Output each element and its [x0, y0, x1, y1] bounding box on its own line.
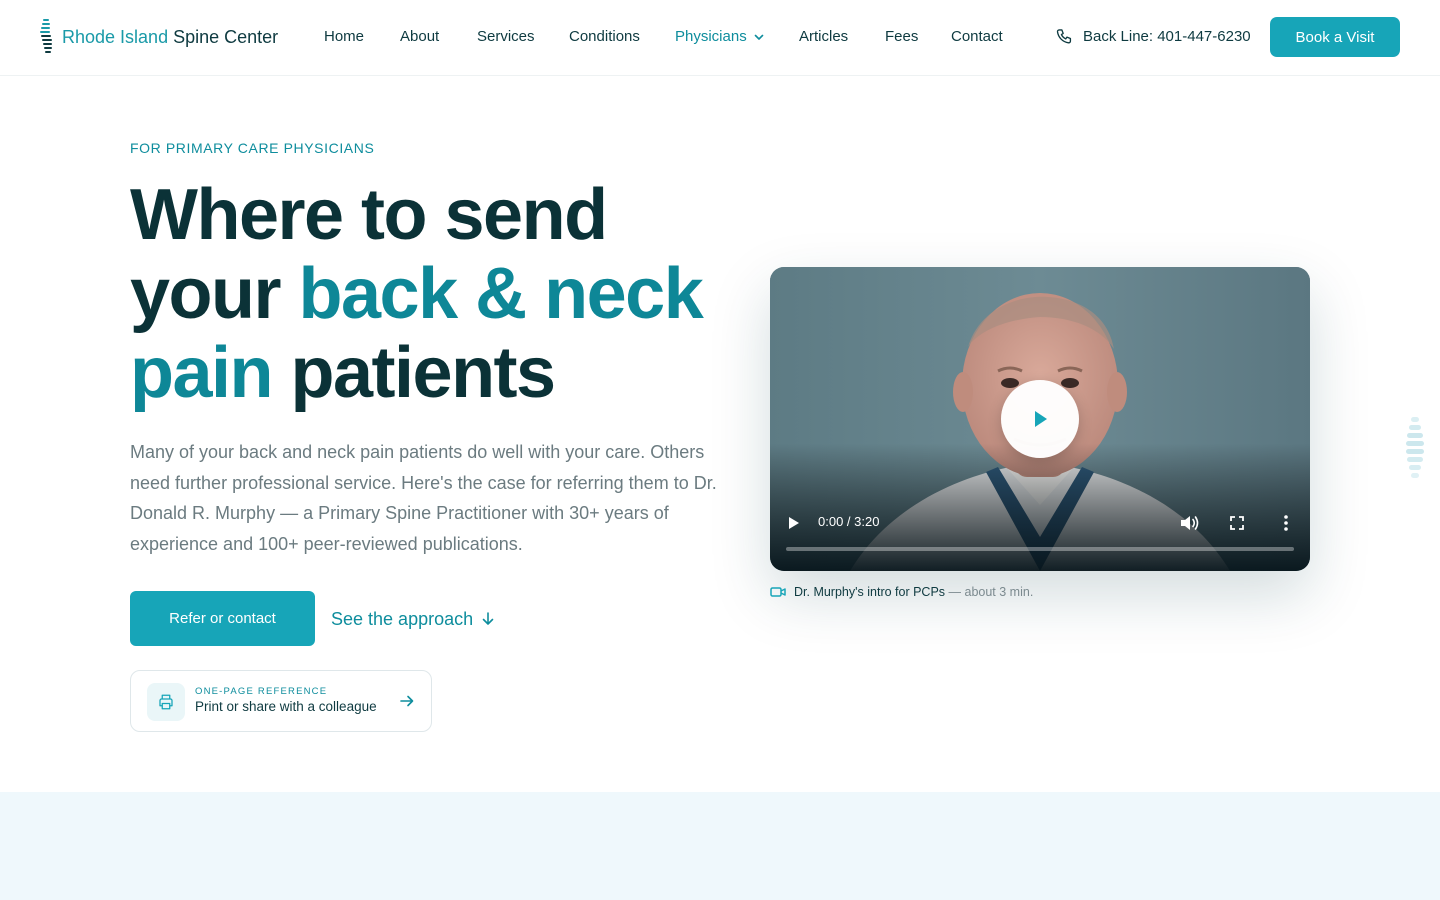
- video-caption: Dr. Murphy's intro for PCPs — about 3 mi…: [770, 585, 1033, 599]
- printer-icon-badge: [147, 683, 185, 721]
- chevron-down-icon: [754, 34, 764, 40]
- phone-label: Back Line: 401-447-6230: [1083, 28, 1251, 45]
- play-video-button[interactable]: [1001, 380, 1079, 458]
- nav-home[interactable]: Home: [324, 26, 364, 48]
- next-section-band: [0, 792, 1440, 900]
- nav-services[interactable]: Services: [477, 26, 535, 48]
- phone-icon: [1056, 29, 1072, 44]
- arrow-right-icon: [400, 695, 414, 707]
- nav-contact[interactable]: Contact: [951, 26, 1003, 48]
- caption-title: Dr. Murphy's intro for PCPs: [794, 585, 946, 599]
- logo-text: Rhode Island Spine Center: [62, 27, 278, 48]
- video-progress-bar[interactable]: [786, 547, 1294, 551]
- hero-eyebrow: FOR PRIMARY CARE PHYSICIANS: [130, 140, 375, 156]
- spine-logo-icon: [40, 19, 52, 53]
- control-play-icon[interactable]: [786, 513, 802, 533]
- reference-label: Print or share with a colleague: [195, 699, 377, 714]
- logo-text-primary: Rhode Island: [62, 26, 169, 47]
- hero-lede: Many of your back and neck pain patients…: [130, 442, 717, 554]
- video-time: 0:00 / 3:20: [818, 514, 880, 529]
- play-icon: [1035, 411, 1047, 427]
- more-options-icon[interactable]: [1276, 512, 1296, 534]
- headline-part-2: patients: [272, 333, 557, 413]
- headline-highlight-1: back & neck: [298, 254, 704, 334]
- hero-headline: Where to send your back & neck pain pati…: [130, 176, 750, 413]
- spine-side-widget-icon[interactable]: [1405, 415, 1425, 485]
- nav-fees[interactable]: Fees: [885, 26, 918, 48]
- site-header: Rhode Island Spine Center Home About Ser…: [0, 0, 1440, 76]
- site-logo[interactable]: Rhode Island Spine Center: [38, 18, 278, 56]
- one-page-reference-card[interactable]: ONE-PAGE REFERENCE Print or share with a…: [130, 670, 432, 732]
- nav-physicians-label: Physicians: [675, 28, 747, 45]
- refer-contact-button[interactable]: Refer or contact: [130, 591, 315, 646]
- nav-about[interactable]: About: [400, 26, 439, 48]
- nav-physicians[interactable]: Physicians: [675, 26, 765, 48]
- intro-video-player[interactable]: 0:00 / 3:20: [770, 267, 1310, 571]
- arrow-down-icon: [482, 612, 494, 625]
- headline-highlight-2: pain: [130, 333, 274, 413]
- book-visit-button[interactable]: Book a Visit: [1270, 17, 1400, 57]
- fullscreen-icon[interactable]: [1226, 512, 1248, 534]
- nav-articles[interactable]: Articles: [799, 26, 848, 48]
- volume-icon[interactable]: [1178, 512, 1200, 534]
- logo-text-secondary: Spine Center: [173, 26, 279, 47]
- back-line-phone-link[interactable]: Back Line: 401-447-6230: [1055, 26, 1251, 48]
- see-approach-label: See the approach: [331, 608, 474, 629]
- see-approach-link[interactable]: See the approach: [331, 605, 495, 633]
- nav-conditions[interactable]: Conditions: [569, 26, 640, 48]
- caption-meta: — about 3 min.: [945, 585, 1034, 599]
- video-camera-icon: [770, 587, 786, 597]
- reference-eyebrow: ONE-PAGE REFERENCE: [195, 686, 328, 697]
- printer-icon: [159, 694, 173, 710]
